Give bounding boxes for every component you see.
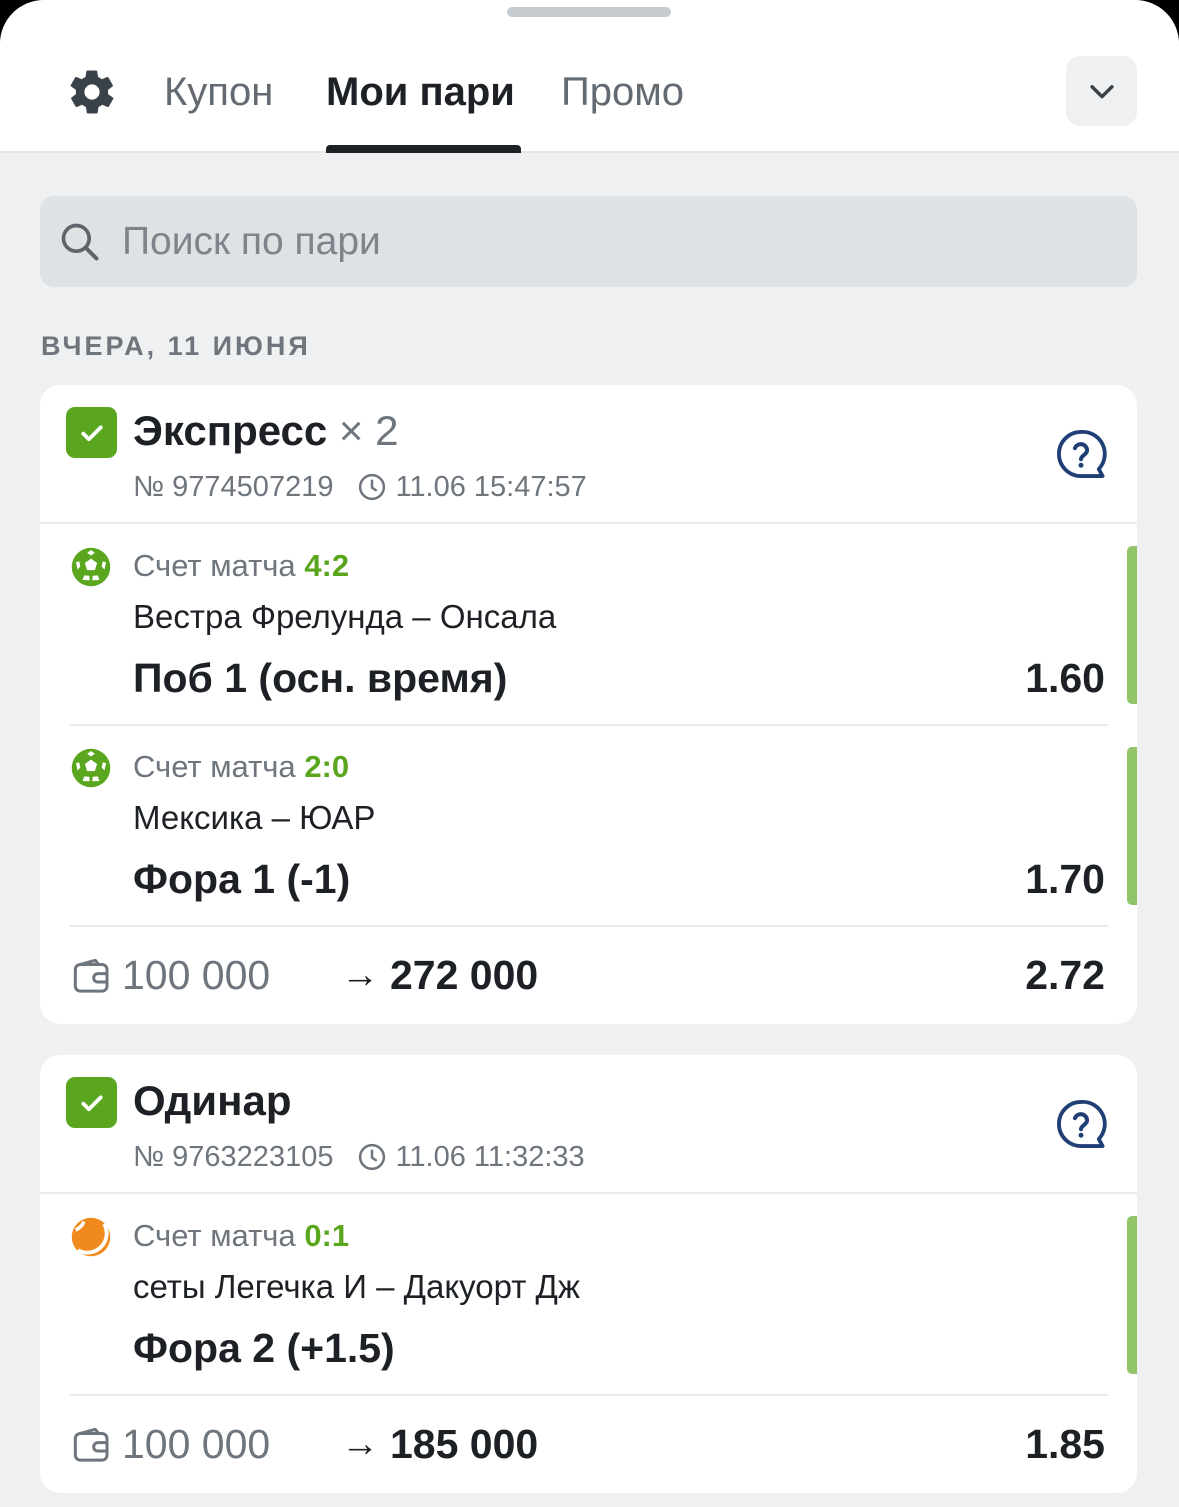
bet-card-header: Одинар № 9763223105 11.06 11:32:33: [40, 1055, 1137, 1194]
won-status-icon: [66, 1077, 117, 1128]
football-icon: [71, 547, 111, 587]
search-icon: [61, 223, 99, 261]
bet-card[interactable]: Экспресс × 2 № 9774507219 11.06 15:47:57…: [40, 385, 1137, 1024]
search-input[interactable]: [122, 212, 1082, 272]
bet-type: Экспресс × 2: [133, 405, 398, 457]
wallet-icon: [73, 958, 109, 993]
payout-amount: 185 000: [390, 1421, 539, 1467]
stake-amount: 100 000: [122, 1421, 271, 1467]
header: Купон Мои пари Промо: [0, 0, 1179, 153]
score-label: Счет матча: [133, 548, 296, 583]
sheet-grabber[interactable]: [507, 7, 671, 17]
tennis-icon: [71, 1217, 111, 1257]
clock-icon: [359, 473, 386, 501]
wallet-icon: [73, 1427, 109, 1462]
bet-type-label: Одинар: [133, 1077, 292, 1124]
bet-meta: № 9774507219 11.06 15:47:57: [133, 469, 587, 505]
chevron-down-icon: [1089, 85, 1114, 99]
market-name: Поб 1 (осн. время): [133, 655, 508, 701]
event-teams: Мексика – ЮАР: [133, 799, 376, 836]
stake-amount: 100 000: [122, 952, 271, 998]
event-odds: 1.60: [1025, 655, 1105, 701]
win-indicator-bar: [1127, 747, 1137, 905]
football-icon: [71, 748, 111, 788]
checkmark-icon: [80, 425, 103, 441]
event-teams: сеты Легечка И – Дакуорт Дж: [133, 1268, 580, 1305]
total-odds: 2.72: [1025, 952, 1105, 998]
collapse-button[interactable]: [1066, 56, 1137, 126]
score-value: 2:0: [304, 749, 350, 784]
bet-type: Одинар: [133, 1075, 291, 1127]
gear-icon[interactable]: [66, 66, 118, 118]
score-value: 4:2: [304, 548, 350, 583]
event-teams: Вестра Фрелунда – Онсала: [133, 598, 557, 635]
bet-number: № 9763223105: [133, 1141, 334, 1173]
bet-meta: № 9763223105 11.06 11:32:33: [133, 1139, 585, 1175]
bet-card-header: Экспресс × 2 № 9774507219 11.06 15:47:57: [40, 385, 1137, 524]
bet-event: Счет матча 0:1 сеты Легечка И – Дакуорт …: [40, 1196, 1137, 1396]
score-line: Счет матча 2:0: [133, 747, 349, 787]
checkmark-icon: [80, 1095, 103, 1111]
bet-card[interactable]: Одинар № 9763223105 11.06 11:32:33 Счет …: [40, 1055, 1137, 1493]
bet-datetime: 11.06 15:47:57: [395, 471, 587, 503]
market-name: Фора 2 (+1.5): [133, 1325, 395, 1371]
help-chat-icon[interactable]: [1054, 427, 1108, 481]
bet-multiplier: × 2: [338, 407, 399, 454]
win-indicator-bar: [1127, 546, 1137, 704]
total-odds: 1.85: [1025, 1421, 1105, 1467]
bet-event: Счет матча 2:0 Мексика – ЮАР Фора 1 (-1)…: [40, 727, 1137, 927]
score-value: 0:1: [304, 1218, 350, 1253]
market-name: Фора 1 (-1): [133, 856, 351, 902]
active-tab-indicator: [326, 145, 521, 153]
score-label: Счет матча: [133, 749, 296, 784]
bet-footer: 100 000 → 272 000 2.72: [40, 947, 1137, 1007]
payout-arrow: →: [341, 954, 379, 996]
bet-event: Счет матча 4:2 Вестра Фрелунда – Онсала …: [40, 526, 1137, 726]
divider: [70, 1394, 1108, 1396]
bet-datetime: 11.06 11:32:33: [395, 1141, 585, 1173]
bet-type-label: Экспресс: [133, 407, 328, 454]
payout-amount: 272 000: [390, 952, 539, 998]
divider: [70, 925, 1108, 927]
bets-sheet: Купон Мои пари Промо ВЧЕРА, 11 ИЮНЯ Эксп…: [0, 0, 1179, 1507]
score-label: Счет матча: [133, 1218, 296, 1253]
divider: [70, 724, 1108, 726]
bet-number: № 9774507219: [133, 471, 334, 503]
tab-my-bets[interactable]: Мои пари: [326, 66, 515, 118]
event-odds: 1.70: [1025, 856, 1105, 902]
tab-coupon[interactable]: Купон: [164, 66, 273, 118]
won-status-icon: [66, 407, 117, 458]
payout-arrow: →: [341, 1423, 379, 1465]
clock-icon: [359, 1143, 386, 1171]
score-line: Счет матча 0:1: [133, 1216, 349, 1256]
score-line: Счет матча 4:2: [133, 546, 349, 586]
tab-promo[interactable]: Промо: [561, 66, 684, 118]
date-group-label: ВЧЕРА, 11 ИЮНЯ: [41, 331, 311, 361]
win-indicator-bar: [1127, 1216, 1137, 1374]
bet-footer: 100 000 → 185 000 1.85: [40, 1416, 1137, 1476]
help-chat-icon[interactable]: [1054, 1097, 1108, 1151]
